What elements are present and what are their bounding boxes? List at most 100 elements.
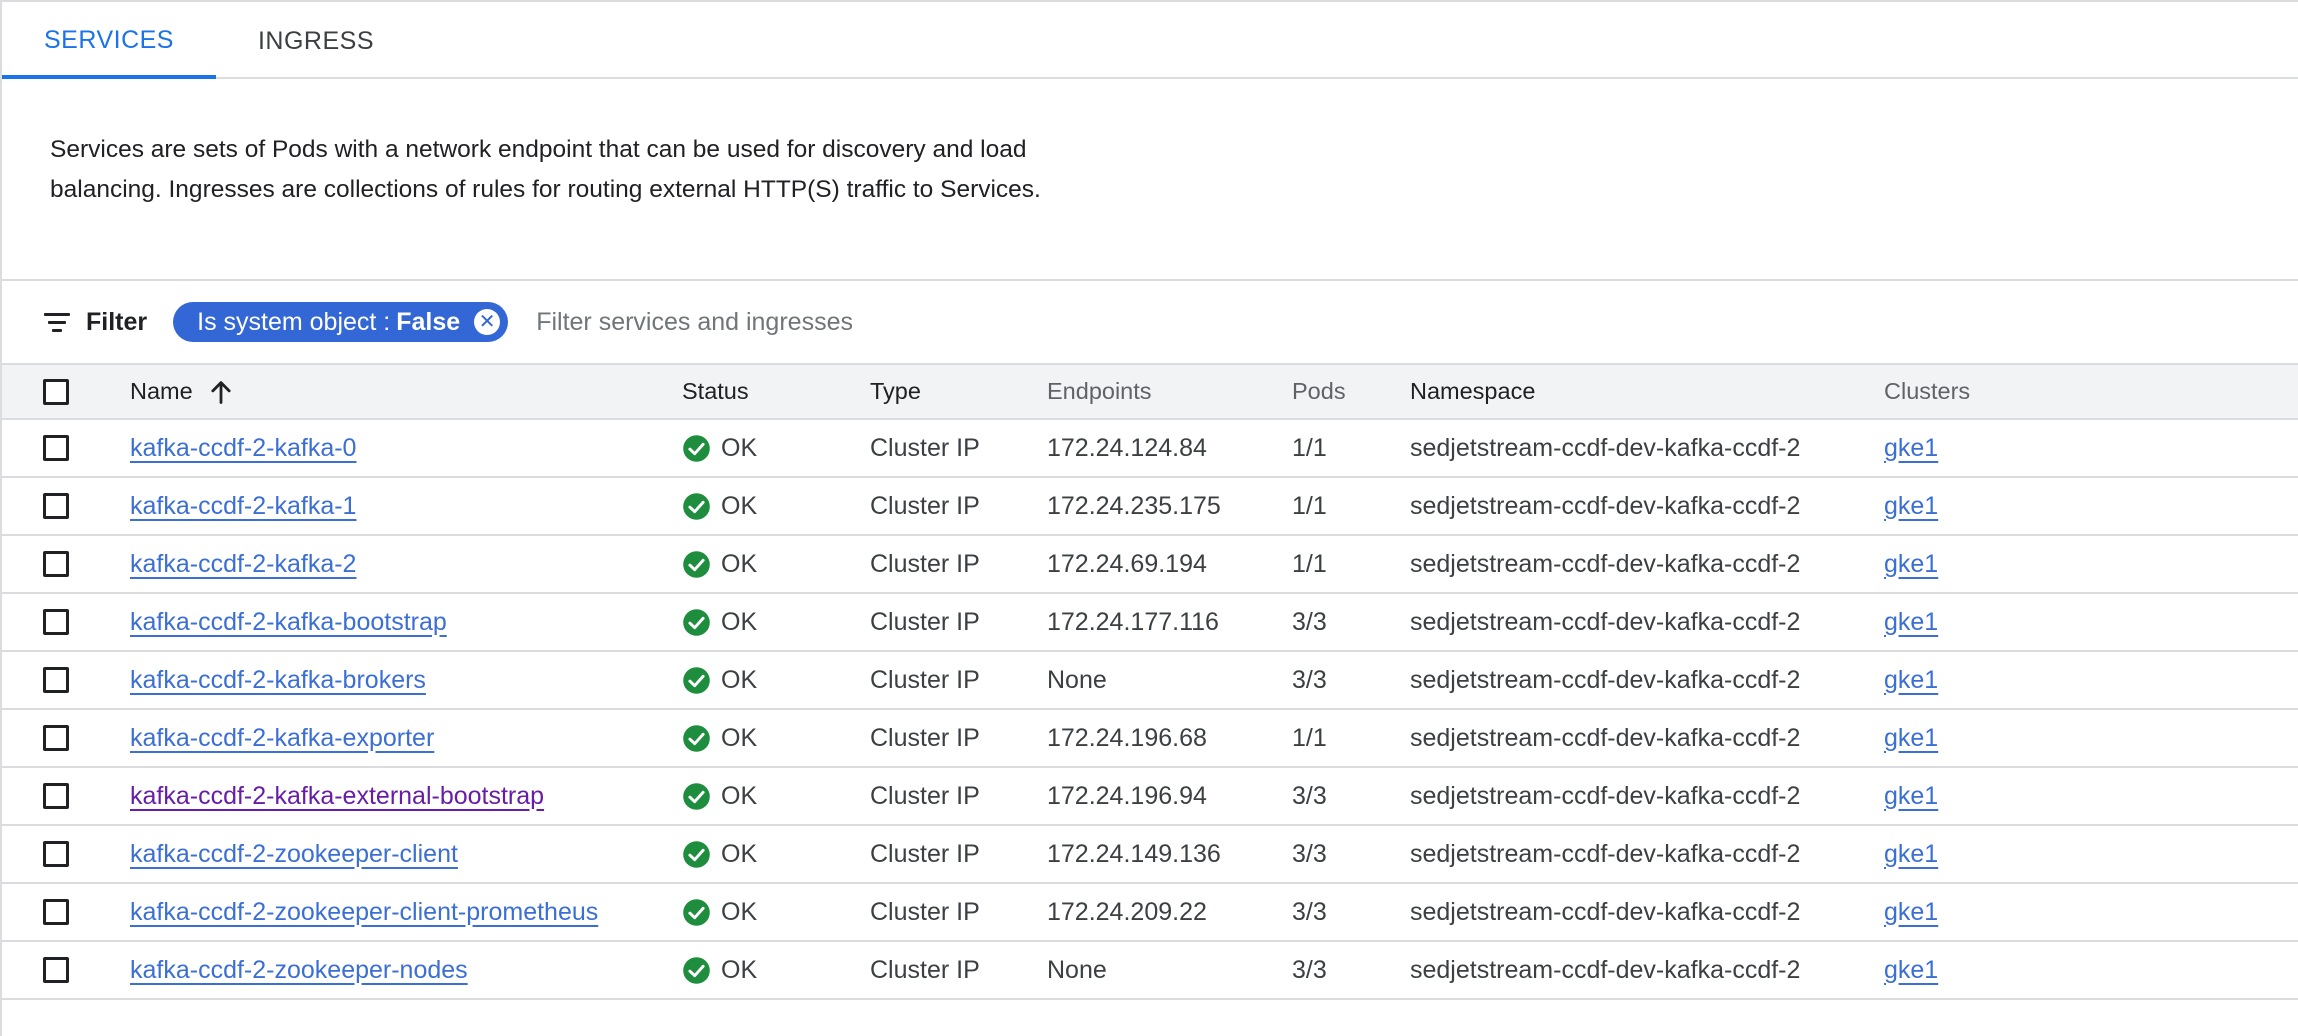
status-text: OK — [721, 665, 758, 694]
cluster-link[interactable]: gke1 — [1884, 724, 1938, 753]
column-header-endpoints: Endpoints — [1047, 378, 1152, 404]
arrow-up-icon[interactable] — [207, 378, 235, 406]
check-circle-icon — [683, 608, 710, 636]
table-row: kafka-ccdf-2-kafka-brokers OK Cluster IP No… — [2, 652, 2298, 710]
namespace-cell: sedjetstream-ccdf-dev-kafka-ccdf-2 — [1410, 955, 1801, 984]
table-body: kafka-ccdf-2-kafka-0 OK Cluster IP 172.24.1… — [2, 420, 2298, 1000]
tab-ingress[interactable]: INGRESS — [216, 2, 416, 77]
column-header-status[interactable]: Status — [682, 365, 749, 418]
service-name-link[interactable]: kafka-ccdf-2-kafka-bootstrap — [130, 608, 447, 637]
status-cell: OK — [682, 884, 757, 940]
namespace-cell: sedjetstream-ccdf-dev-kafka-ccdf-2 — [1410, 549, 1801, 578]
type-cell: Cluster IP — [870, 781, 980, 810]
check-circle-icon — [683, 782, 710, 810]
row-checkbox[interactable] — [43, 667, 69, 693]
endpoints-cell: 172.24.69.194 — [1047, 549, 1207, 578]
service-name-link[interactable]: kafka-ccdf-2-zookeeper-client — [130, 840, 458, 869]
namespace-cell: sedjetstream-ccdf-dev-kafka-ccdf-2 — [1410, 491, 1801, 520]
endpoints-cell: 172.24.177.116 — [1047, 607, 1219, 636]
row-checkbox[interactable] — [43, 609, 69, 635]
cluster-link[interactable]: gke1 — [1884, 840, 1938, 869]
cluster-link[interactable]: gke1 — [1884, 956, 1938, 985]
namespace-cell: sedjetstream-ccdf-dev-kafka-ccdf-2 — [1410, 723, 1801, 752]
type-cell: Cluster IP — [870, 433, 980, 462]
service-name-link[interactable]: kafka-ccdf-2-kafka-exporter — [130, 724, 434, 753]
row-checkbox[interactable] — [43, 435, 69, 461]
status-text: OK — [721, 839, 758, 868]
namespace-cell: sedjetstream-ccdf-dev-kafka-ccdf-2 — [1410, 433, 1801, 462]
type-cell: Cluster IP — [870, 897, 980, 926]
row-checkbox[interactable] — [43, 957, 69, 983]
cluster-link[interactable]: gke1 — [1884, 898, 1938, 927]
row-checkbox[interactable] — [43, 841, 69, 867]
tab-bar: SERVICES INGRESS — [2, 2, 2298, 79]
endpoints-cell: 172.24.149.136 — [1047, 839, 1221, 868]
cluster-link[interactable]: gke1 — [1884, 434, 1938, 463]
namespace-cell: sedjetstream-ccdf-dev-kafka-ccdf-2 — [1410, 897, 1801, 926]
endpoints-cell: 172.24.124.84 — [1047, 433, 1207, 462]
row-checkbox[interactable] — [43, 493, 69, 519]
filter-button[interactable]: Filter — [44, 308, 147, 337]
pods-cell: 3/3 — [1292, 607, 1327, 636]
column-header-type[interactable]: Type — [870, 365, 921, 418]
row-checkbox[interactable] — [43, 551, 69, 577]
endpoints-cell: 172.24.235.175 — [1047, 491, 1221, 520]
row-checkbox[interactable] — [43, 899, 69, 925]
status-cell: OK — [682, 768, 757, 824]
close-circle-icon[interactable]: ✕ — [474, 309, 501, 335]
status-cell: OK — [682, 536, 757, 592]
pods-cell: 1/1 — [1292, 491, 1327, 520]
check-circle-icon — [683, 492, 710, 520]
column-header-namespace[interactable]: Namespace — [1410, 365, 1535, 418]
filter-bar: Filter Is system object : False ✕ — [2, 281, 2298, 363]
service-name-link[interactable]: kafka-ccdf-2-zookeeper-nodes — [130, 956, 468, 985]
column-header-name[interactable]: Name — [130, 365, 235, 418]
type-cell: Cluster IP — [870, 549, 980, 578]
cluster-link[interactable]: gke1 — [1884, 666, 1938, 695]
table-row: kafka-ccdf-2-zookeeper-client-prometheus… — [2, 884, 2298, 942]
status-cell: OK — [682, 942, 757, 998]
status-cell: OK — [682, 826, 757, 882]
select-all-checkbox[interactable] — [43, 378, 69, 405]
endpoints-cell: None — [1047, 665, 1107, 694]
cluster-link[interactable]: gke1 — [1884, 550, 1938, 579]
status-text: OK — [721, 549, 758, 578]
type-cell: Cluster IP — [870, 491, 980, 520]
check-circle-icon — [683, 956, 710, 984]
row-checkbox[interactable] — [43, 725, 69, 751]
type-cell: Cluster IP — [870, 955, 980, 984]
service-name-link[interactable]: kafka-ccdf-2-kafka-2 — [130, 550, 356, 579]
cluster-link[interactable]: gke1 — [1884, 492, 1938, 521]
status-text: OK — [721, 723, 758, 752]
endpoints-cell: None — [1047, 955, 1107, 984]
service-name-link[interactable]: kafka-ccdf-2-kafka-brokers — [130, 666, 426, 695]
check-circle-icon — [683, 724, 710, 752]
pods-cell: 1/1 — [1292, 549, 1327, 578]
endpoints-cell: 172.24.196.68 — [1047, 723, 1207, 752]
endpoints-cell: 172.24.196.94 — [1047, 781, 1207, 810]
row-checkbox[interactable] — [43, 783, 69, 809]
status-cell: OK — [682, 420, 757, 476]
service-name-link[interactable]: kafka-ccdf-2-kafka-external-bootstrap — [130, 782, 544, 811]
namespace-cell: sedjetstream-ccdf-dev-kafka-ccdf-2 — [1410, 839, 1801, 868]
status-text: OK — [721, 433, 758, 462]
status-cell: OK — [682, 652, 757, 708]
service-name-link[interactable]: kafka-ccdf-2-zookeeper-client-prometheus — [130, 898, 598, 927]
tab-services[interactable]: SERVICES — [2, 2, 216, 79]
endpoints-cell: 172.24.209.22 — [1047, 897, 1207, 926]
cluster-link[interactable]: gke1 — [1884, 782, 1938, 811]
check-circle-icon — [683, 434, 710, 462]
service-name-link[interactable]: kafka-ccdf-2-kafka-1 — [130, 492, 356, 521]
filter-input[interactable] — [534, 306, 1139, 338]
filter-chip-system-object[interactable]: Is system object : False ✕ — [173, 302, 509, 342]
cluster-link[interactable]: gke1 — [1884, 608, 1938, 637]
table-row: kafka-ccdf-2-kafka-1 OK Cluster IP 172.24.2… — [2, 478, 2298, 536]
status-text: OK — [721, 491, 758, 520]
table-row: kafka-ccdf-2-kafka-2 OK Cluster IP 172.24.6… — [2, 536, 2298, 594]
status-text: OK — [721, 781, 758, 810]
column-header-pods: Pods — [1292, 378, 1346, 404]
type-cell: Cluster IP — [870, 723, 980, 752]
namespace-cell: sedjetstream-ccdf-dev-kafka-ccdf-2 — [1410, 781, 1801, 810]
service-name-link[interactable]: kafka-ccdf-2-kafka-0 — [130, 434, 356, 463]
status-cell: OK — [682, 710, 757, 766]
